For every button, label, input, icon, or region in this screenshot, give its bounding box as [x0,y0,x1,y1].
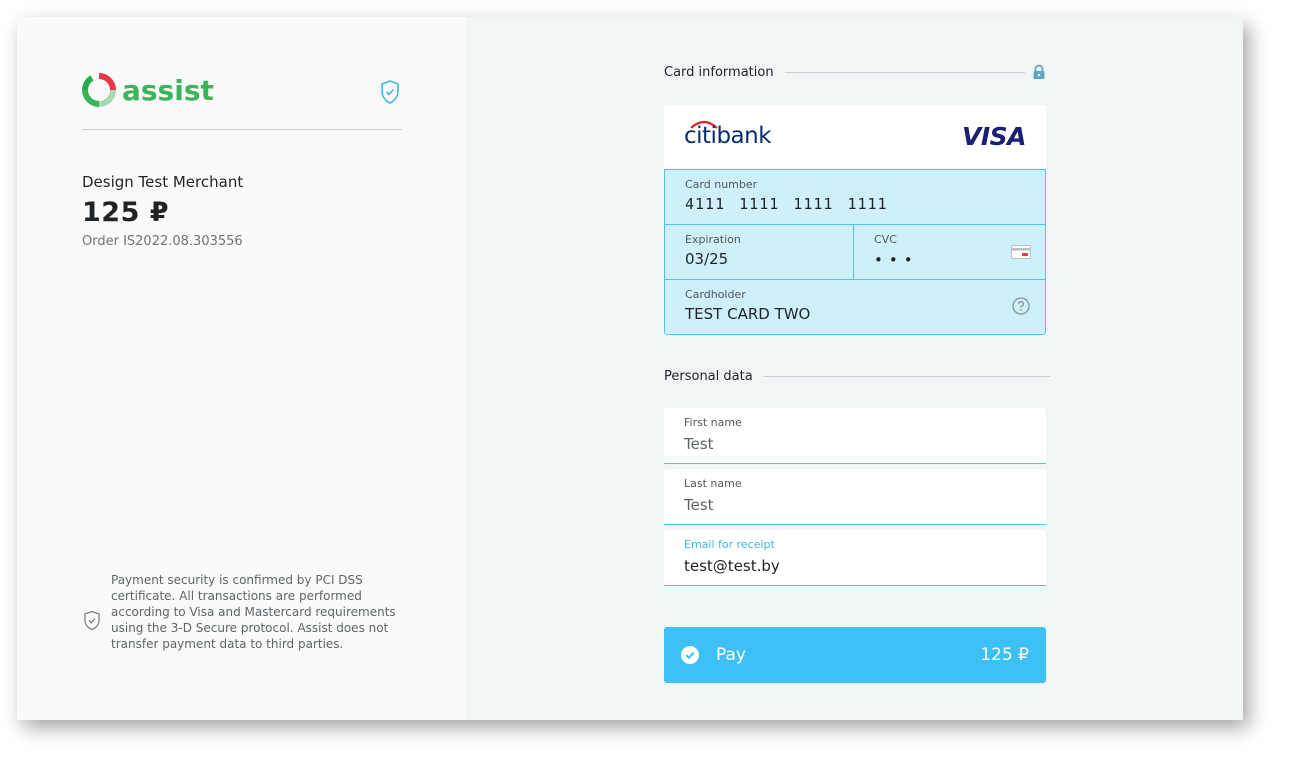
email-input[interactable]: test@test.by [684,557,780,575]
cardholder-input[interactable]: TEST CARD TWO [685,305,810,323]
card-section-title: Card information [664,65,774,80]
expiration-field[interactable]: Expiration 03/25 [664,224,854,280]
assist-logo-icon [82,73,116,107]
expiration-input[interactable]: 03/25 [685,250,728,268]
first-name-label: First name [684,416,742,429]
check-circle-icon [681,646,699,664]
email-field[interactable]: Email for receipt test@test.by [664,530,1046,586]
merchant-name: Design Test Merchant [82,173,244,191]
cardholder-label: Cardholder [685,288,746,301]
email-label: Email for receipt [684,538,775,551]
first-name-input[interactable]: Test [684,435,714,453]
card-back-icon [1011,245,1031,259]
order-amount: 125 ₽ [82,197,170,228]
cardholder-field[interactable]: Cardholder TEST CARD TWO [664,279,1046,335]
personal-section-header: Personal data [664,369,1050,384]
expiration-label: Expiration [685,233,741,246]
order-summary-panel: assist Design Test Merchant 125 ₽ Order … [17,17,466,720]
question-circle-icon[interactable] [1012,297,1030,315]
security-shield-icon [84,610,100,631]
section-divider [763,376,1050,377]
order-number: Order IS2022.08.303556 [82,234,243,249]
last-name-field[interactable]: Last name Test [664,469,1046,525]
first-name-field[interactable]: First name Test [664,408,1046,464]
payment-window: assist Design Test Merchant 125 ₽ Order … [17,17,1243,720]
card-brand-row: citibank VISA [664,105,1046,169]
section-divider [784,72,1025,73]
shield-check-icon [381,80,399,104]
card-form: citibank VISA Card number 4111 1111 1111… [664,105,1046,335]
pay-button-amount: 125 ₽ [980,645,1029,665]
lock-icon [1033,64,1045,79]
cvc-input[interactable]: ••• [874,251,919,269]
security-note: Payment security is confirmed by PCI DSS… [111,573,396,651]
cvc-label: CVC [874,233,897,246]
payment-form-panel: Card information citibank VISA Card numb… [466,17,1243,720]
personal-section-title: Personal data [664,369,753,384]
assist-logo-text: assist [122,73,214,107]
card-number-label: Card number [685,178,758,191]
card-section-header: Card information [664,65,1025,80]
last-name-label: Last name [684,477,742,490]
cvc-field[interactable]: CVC ••• [853,224,1046,280]
assist-logo: assist [82,73,214,107]
pay-button[interactable]: Pay 125 ₽ [664,627,1046,683]
last-name-input[interactable]: Test [684,496,714,514]
pay-button-label: Pay [716,645,746,665]
visa-logo: VISA [961,122,1027,151]
card-number-field[interactable]: Card number 4111 1111 1111 1111 [664,169,1046,225]
bank-logo: citibank [684,123,772,149]
divider [82,129,402,130]
card-number-input[interactable]: 4111 1111 1111 1111 [685,195,888,213]
